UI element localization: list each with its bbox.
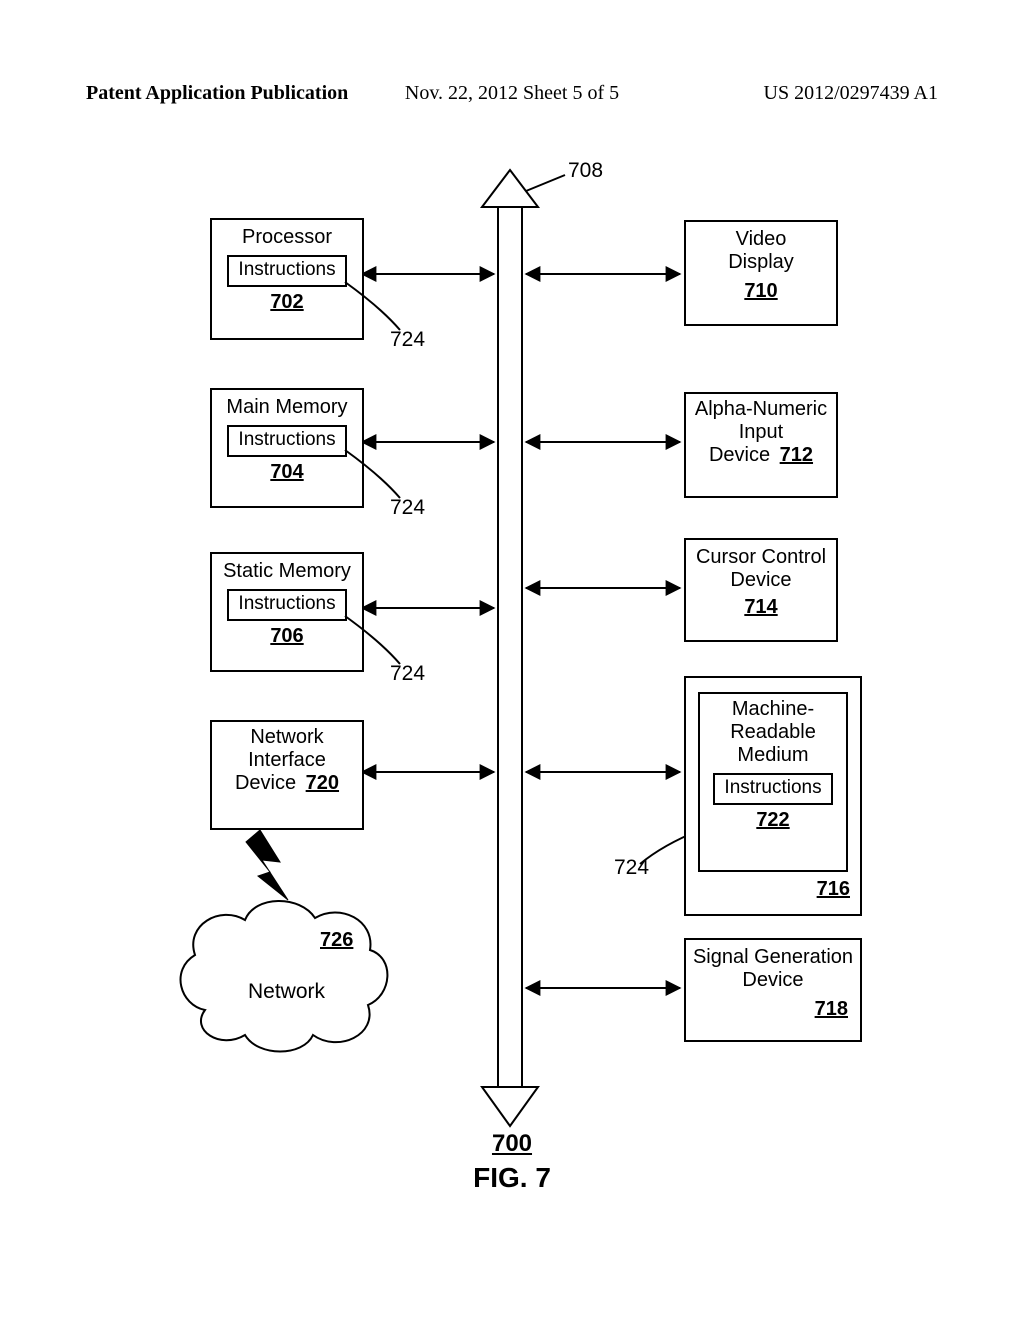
alpha-line2: Input: [686, 421, 836, 444]
medium-instructions: Instructions: [713, 773, 833, 805]
cursor-ref: 714: [686, 596, 836, 619]
network-cloud: [0, 0, 1024, 1320]
network-title: Network: [248, 980, 325, 1004]
alpha-input-box: Alpha-Numeric Input Device 712: [684, 392, 838, 498]
signal-generation-box: Signal Generation Device 718: [684, 938, 862, 1042]
figure-label: FIG. 7: [473, 1162, 551, 1194]
machine-readable-medium-box: Machine- Readable Medium Instructions 72…: [698, 692, 848, 872]
video-display-box: Video Display 710: [684, 220, 838, 326]
network-ref: 726: [320, 929, 353, 952]
medium-line3: Medium: [700, 744, 846, 767]
drive-unit-box: Machine- Readable Medium Instructions 72…: [684, 676, 862, 916]
siggen-ref: 718: [686, 998, 860, 1021]
figure-ref: 700: [492, 1130, 532, 1158]
video-line2: Display: [686, 251, 836, 274]
alpha-line3: Device: [709, 444, 770, 466]
video-line1: Video: [686, 222, 836, 251]
page: Patent Application Publication Nov. 22, …: [0, 0, 1024, 1320]
video-ref: 710: [686, 280, 836, 303]
drive-ref: 716: [686, 878, 860, 901]
medium-line1: Machine-: [700, 694, 846, 721]
alpha-ref: 712: [780, 444, 813, 466]
cursor-control-box: Cursor Control Device 714: [684, 538, 838, 642]
cursor-line1: Cursor Control: [686, 540, 836, 569]
medium-ref: 722: [700, 809, 846, 832]
medium-line2: Readable: [700, 721, 846, 744]
cursor-line2: Device: [686, 569, 836, 592]
siggen-line1: Signal Generation: [686, 940, 860, 969]
siggen-line2: Device: [686, 969, 860, 992]
alpha-line1: Alpha-Numeric: [686, 394, 836, 421]
